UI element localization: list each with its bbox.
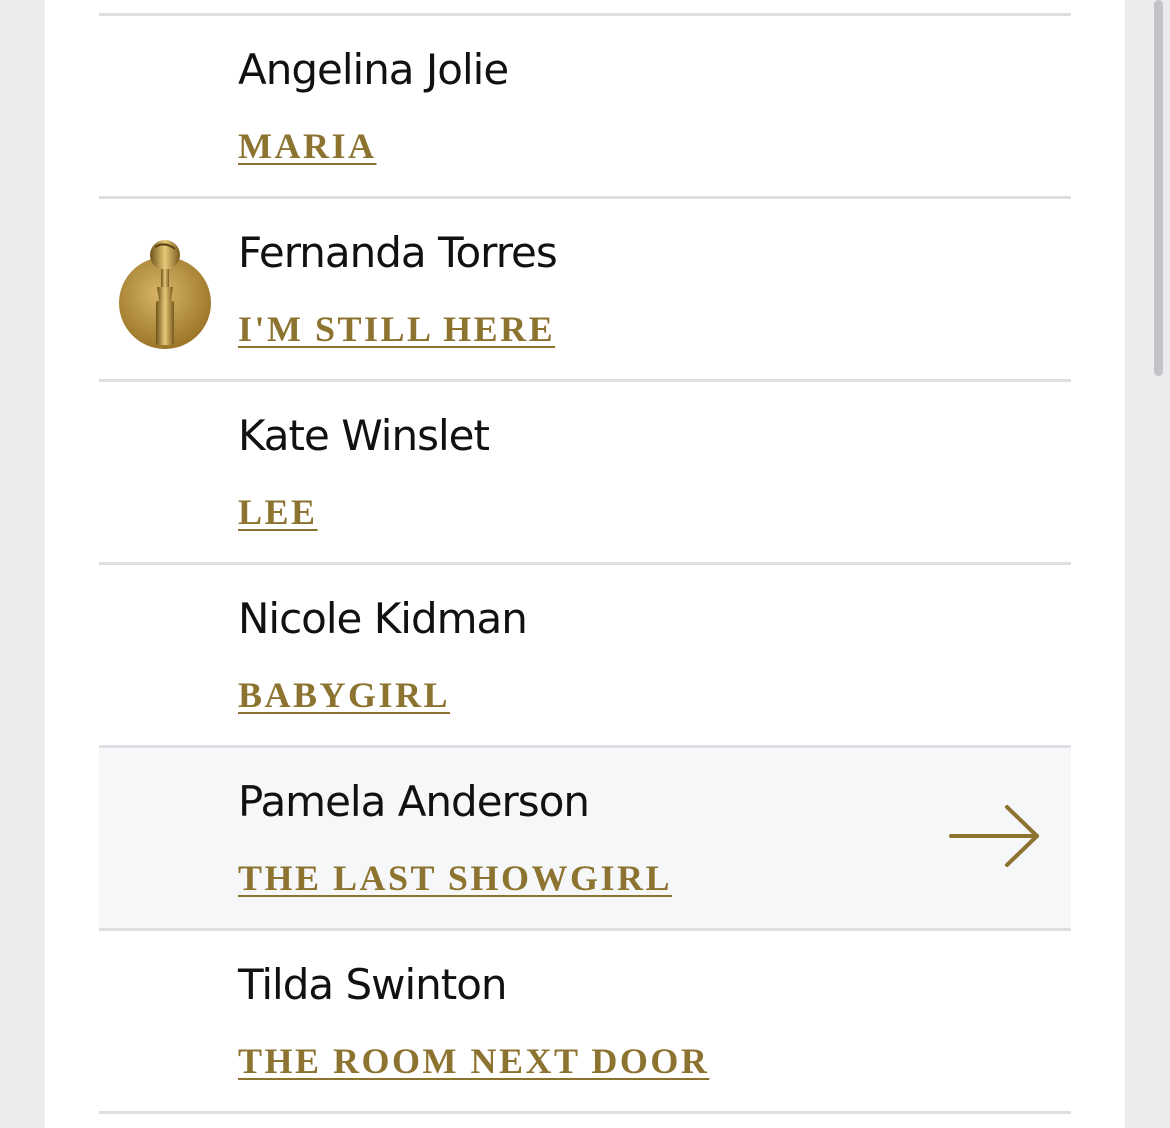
nominee-row-hovered[interactable]: Pamela Anderson THE LAST SHOWGIRL [99, 748, 1071, 928]
page: Angelina Jolie MARIA Fernanda Torres I'M… [0, 0, 1170, 1128]
scrollbar[interactable] [1146, 0, 1170, 1128]
nominee-row[interactable]: Kate Winslet LEE [99, 382, 1071, 562]
nominee-name: Angelina Jolie [238, 45, 509, 94]
arrow-right-icon[interactable] [949, 804, 1043, 868]
nominee-row[interactable]: Nicole Kidman BABYGIRL [99, 565, 1071, 745]
nominee-name: Kate Winslet [238, 411, 490, 460]
film-link[interactable]: I'M STILL HERE [238, 307, 555, 351]
film-link[interactable]: LEE [238, 490, 318, 534]
film-link[interactable]: MARIA [238, 124, 376, 168]
nominee-list: Angelina Jolie MARIA Fernanda Torres I'M… [99, 13, 1071, 1114]
divider [99, 1111, 1071, 1114]
golden-globe-trophy-icon [119, 240, 211, 349]
nominee-row[interactable]: Tilda Swinton THE ROOM NEXT DOOR [99, 931, 1071, 1111]
film-link[interactable]: THE LAST SHOWGIRL [238, 856, 672, 900]
film-link[interactable]: BABYGIRL [238, 673, 450, 717]
nominee-name: Pamela Anderson [238, 777, 590, 826]
nominee-row[interactable]: Angelina Jolie MARIA [99, 16, 1071, 196]
film-link[interactable]: THE ROOM NEXT DOOR [238, 1039, 709, 1083]
nominee-name: Fernanda Torres [238, 228, 558, 277]
nominee-name: Nicole Kidman [238, 594, 528, 643]
nominee-name: Tilda Swinton [238, 960, 508, 1009]
scrollbar-thumb[interactable] [1154, 0, 1163, 376]
nominee-row[interactable]: Fernanda Torres I'M STILL HERE [99, 199, 1071, 379]
